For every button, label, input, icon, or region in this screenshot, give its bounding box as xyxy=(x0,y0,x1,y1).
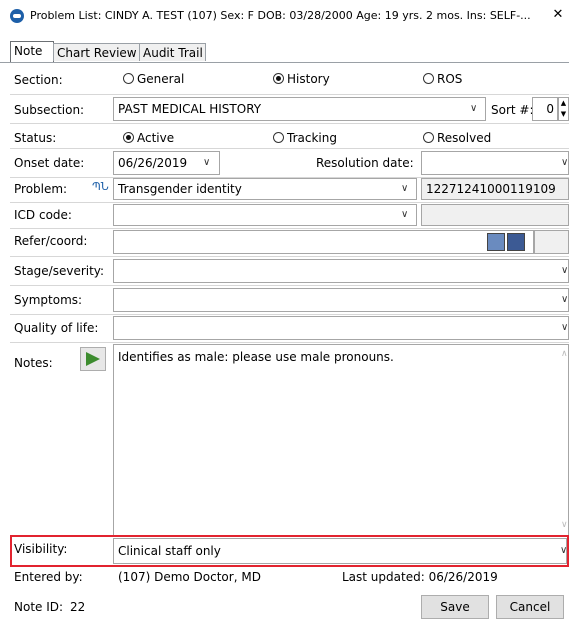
resolution-date-picker[interactable] xyxy=(421,151,569,175)
section-ros-radio[interactable]: ROS xyxy=(423,72,462,86)
symptoms-label: Symptoms: xyxy=(14,293,83,307)
refer-coord-field[interactable] xyxy=(113,230,534,254)
quality-of-life-label: Quality of life: xyxy=(14,321,99,335)
row-divider xyxy=(10,228,569,229)
row-divider xyxy=(10,148,569,149)
subsection-select[interactable]: PAST MEDICAL HISTORY xyxy=(113,97,486,121)
radio-circle-icon xyxy=(423,132,434,143)
visibility-select[interactable]: Clinical staff only xyxy=(113,538,567,564)
radio-circle-icon xyxy=(423,73,434,84)
cancel-button[interactable]: Cancel xyxy=(496,595,564,619)
row-divider xyxy=(10,94,569,95)
status-active-radio[interactable]: Active xyxy=(123,131,174,145)
status-resolved-radio[interactable]: Resolved xyxy=(423,131,491,145)
book-icon xyxy=(86,352,100,366)
visibility-label: Visibility: xyxy=(14,542,68,556)
radio-selected-icon xyxy=(123,132,134,143)
quality-of-life-select[interactable] xyxy=(113,316,569,340)
radio-selected-icon xyxy=(273,73,284,84)
refer-coord-label: Refer/coord: xyxy=(14,234,88,248)
stage-severity-select[interactable] xyxy=(113,259,569,283)
notes-textarea[interactable]: Identifies as male: please use male pron… xyxy=(113,344,569,537)
provider-info-icon[interactable] xyxy=(507,233,525,251)
chevron-down-icon[interactable]: ∨ xyxy=(203,157,210,168)
entered-by-label: Entered by: xyxy=(14,570,83,584)
radio-circle-icon xyxy=(123,73,134,84)
add-provider-icon[interactable] xyxy=(487,233,505,251)
chevron-down-icon[interactable]: ∨ xyxy=(401,209,408,220)
tab-audit-trail[interactable]: Audit Trail xyxy=(139,43,206,61)
tab-divider xyxy=(0,62,569,63)
notes-label: Notes: xyxy=(14,356,53,370)
tab-note[interactable]: Note xyxy=(10,41,54,62)
chevron-down-icon[interactable]: ∨ xyxy=(561,265,568,276)
app-logo-icon xyxy=(10,9,24,23)
section-history-radio[interactable]: History xyxy=(273,72,330,86)
sort-label: Sort #: xyxy=(491,103,534,117)
note-id-label: Note ID: xyxy=(14,600,64,614)
window-title: Problem List: CINDY A. TEST (107) Sex: F… xyxy=(30,9,531,22)
entered-by-value: (107) Demo Doctor, MD xyxy=(118,570,261,584)
row-divider xyxy=(10,256,569,257)
icd-code-select[interactable] xyxy=(113,204,417,226)
problem-select[interactable]: Transgender identity xyxy=(113,178,417,200)
chevron-down-icon[interactable]: ∨ xyxy=(470,103,477,114)
note-template-button[interactable] xyxy=(80,347,106,371)
refer-coord-extra xyxy=(534,230,569,254)
row-divider xyxy=(10,123,569,124)
subsection-label: Subsection: xyxy=(14,103,85,117)
close-icon[interactable]: ✕ xyxy=(550,6,566,24)
scroll-down-icon[interactable]: ∨ xyxy=(561,520,568,530)
radio-circle-icon xyxy=(273,132,284,143)
section-general-radio[interactable]: General xyxy=(123,72,184,86)
chevron-down-icon[interactable]: ∨ xyxy=(560,545,567,556)
sort-input[interactable]: 0 xyxy=(532,97,558,121)
note-id-value: 22 xyxy=(70,600,86,614)
symptoms-select[interactable] xyxy=(113,288,569,312)
icd-description-field xyxy=(421,204,569,226)
row-divider xyxy=(10,314,569,315)
notes-text: Identifies as male: please use male pron… xyxy=(118,350,394,364)
problem-value: Transgender identity xyxy=(118,182,242,196)
resolution-date-label: Resolution date: xyxy=(316,156,414,170)
row-divider xyxy=(10,342,569,343)
snomed-lookup-icon[interactable]: ՊՆ xyxy=(92,180,109,193)
status-label: Status: xyxy=(14,131,57,145)
onset-date-label: Onset date: xyxy=(14,156,85,170)
tab-chart-review[interactable]: Chart Review xyxy=(53,43,140,61)
last-updated-text: Last updated: 06/26/2019 xyxy=(342,570,498,584)
chevron-down-icon[interactable]: ∨ xyxy=(561,294,568,305)
row-divider xyxy=(10,285,569,286)
title-bar: Problem List: CINDY A. TEST (107) Sex: F… xyxy=(0,0,569,32)
section-label: Section: xyxy=(14,73,63,87)
visibility-value: Clinical staff only xyxy=(118,544,221,558)
chevron-down-icon[interactable]: ∨ xyxy=(401,183,408,194)
scroll-up-icon[interactable]: ∧ xyxy=(561,349,568,359)
icd-code-label: ICD code: xyxy=(14,208,72,222)
save-button[interactable]: Save xyxy=(421,595,489,619)
chevron-down-icon[interactable]: ∨ xyxy=(561,322,568,333)
status-tracking-radio[interactable]: Tracking xyxy=(273,131,337,145)
stage-severity-label: Stage/severity: xyxy=(14,264,105,278)
row-divider xyxy=(10,202,569,203)
sort-spinner-icon[interactable]: ▲ ▼ xyxy=(558,97,569,121)
subsection-value: PAST MEDICAL HISTORY xyxy=(118,102,262,116)
chevron-down-icon[interactable]: ∨ xyxy=(561,157,568,168)
onset-date-value: 06/26/2019 xyxy=(118,156,188,170)
problem-code-field: 12271241000119109 xyxy=(421,178,569,200)
problem-label: Problem: xyxy=(14,182,68,196)
tab-strip: Note Chart Review Audit Trail xyxy=(0,40,569,62)
